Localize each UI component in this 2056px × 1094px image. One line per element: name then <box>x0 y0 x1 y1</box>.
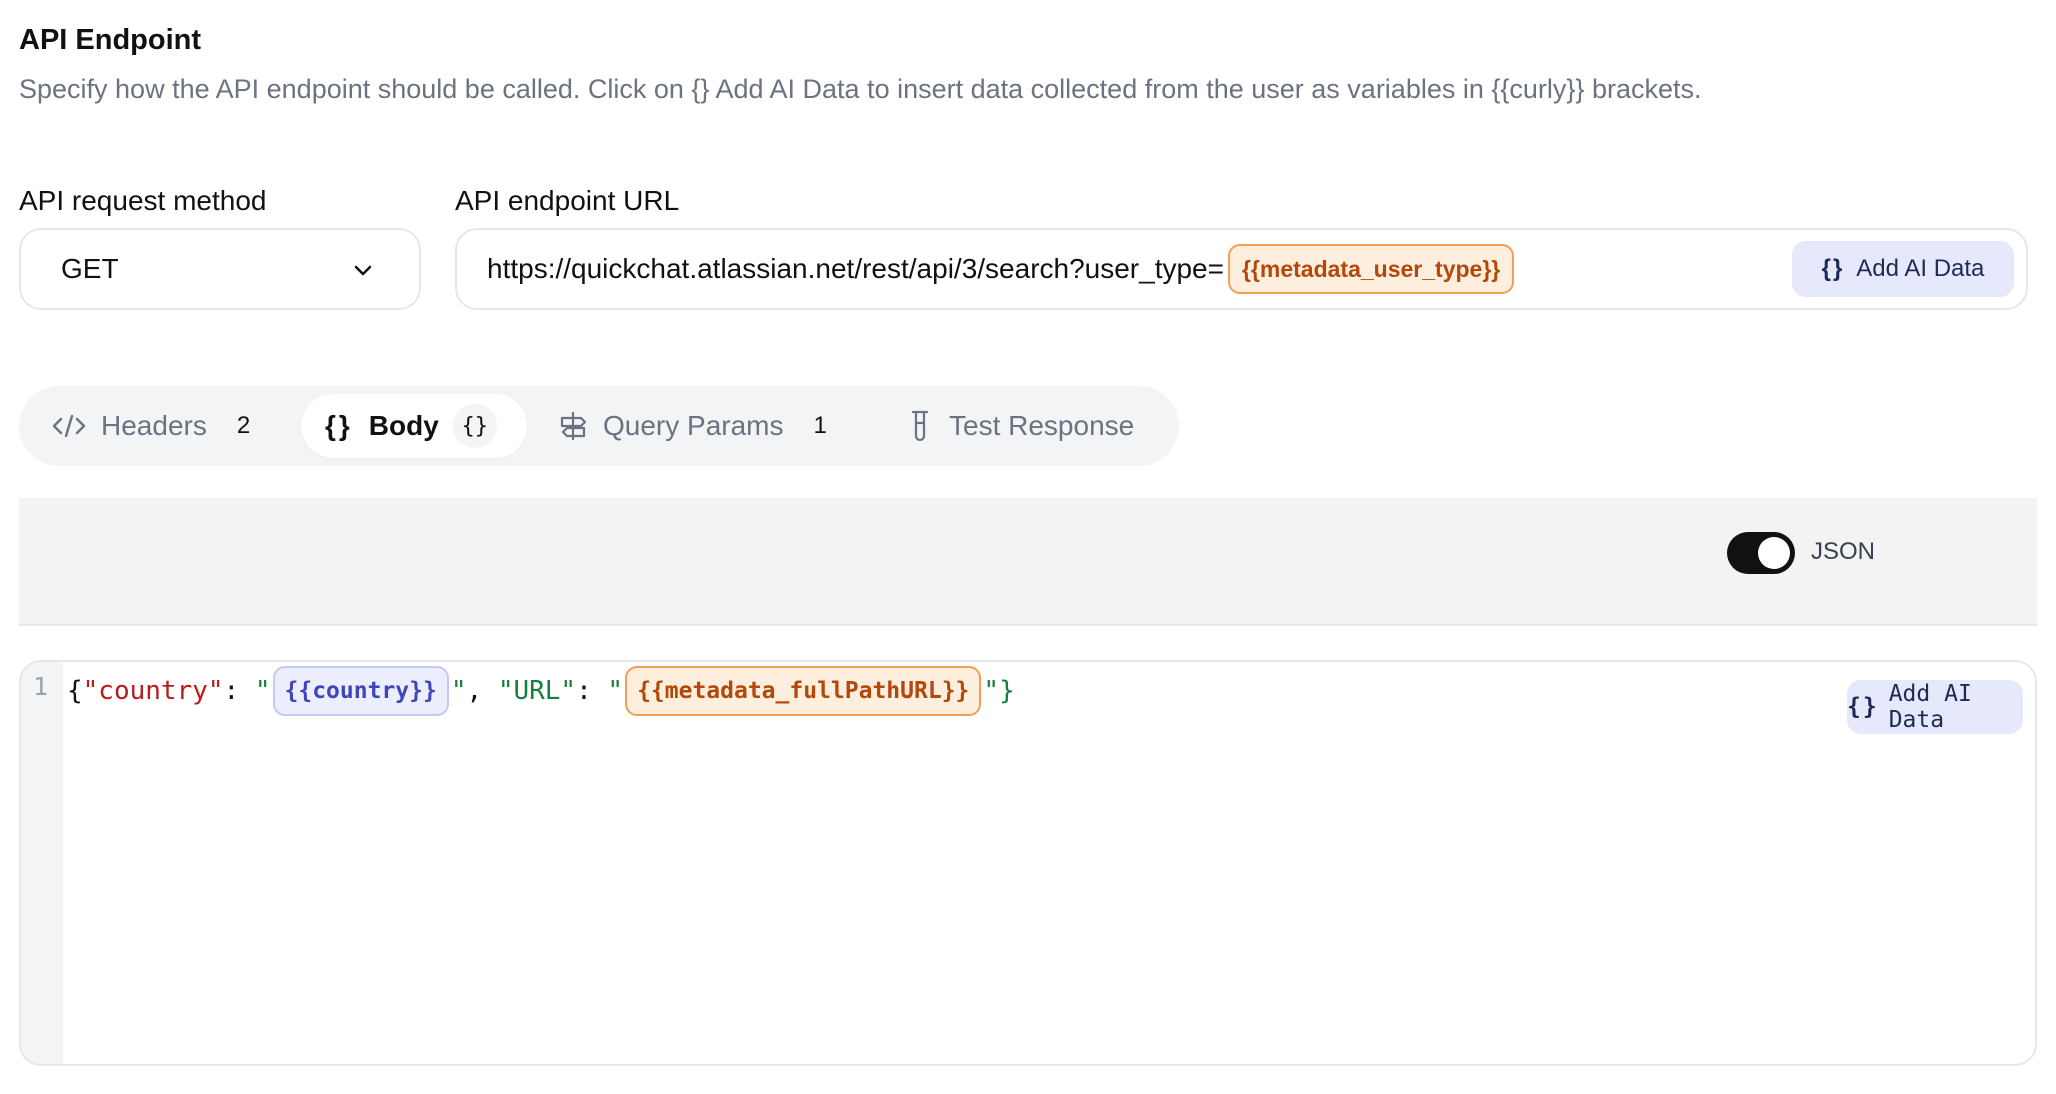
code-token-string: " <box>254 676 271 706</box>
url-input[interactable]: https://quickchat.atlassian.net/rest/api… <box>455 228 2028 310</box>
method-label: API request method <box>19 185 267 216</box>
code-line[interactable]: {"country": " {{country}} ", "URL": " {{met… <box>67 666 1015 716</box>
code-icon <box>52 414 86 438</box>
method-select[interactable]: GET <box>19 228 421 310</box>
braces-icon: {} <box>1821 255 1845 282</box>
chevron-down-icon <box>354 265 372 276</box>
tab-query-params-count: 1 <box>813 412 827 439</box>
code-token: : <box>576 676 608 706</box>
url-text: https://quickchat.atlassian.net/rest/api… <box>487 253 1224 284</box>
json-toggle-label: JSON <box>1811 538 1876 565</box>
add-ai-data-label: Add AI Data <box>1888 681 1972 733</box>
code-token-string: " <box>983 676 1000 706</box>
line-number: 1 <box>33 672 49 701</box>
code-token: { <box>67 676 83 706</box>
braces-icon: {} <box>325 410 353 441</box>
tab-body[interactable]: {} Body {} <box>301 394 527 458</box>
braces-icon: {} <box>1847 694 1879 720</box>
tab-body-badge: {} <box>452 404 497 448</box>
toggle-knob <box>1758 537 1790 569</box>
signpost-icon <box>560 411 587 441</box>
code-token-key: "URL" <box>497 676 577 706</box>
url-label: API endpoint URL <box>455 185 680 216</box>
body-toolbar: JSON <box>19 498 2037 626</box>
variable-chip-country[interactable]: {{country}} <box>272 666 449 716</box>
tab-test-response[interactable]: Test Response <box>907 386 1134 466</box>
tab-body-label: Body <box>368 410 439 441</box>
code-token: , <box>466 676 498 706</box>
section-description: Specify how the API endpoint should be c… <box>19 74 1702 104</box>
json-toggle[interactable] <box>1727 532 1795 574</box>
code-token-key: "country" <box>82 676 224 706</box>
variable-chip-full-path-url[interactable]: {{metadata_fullPathURL}} <box>625 666 982 716</box>
code-token: } <box>999 676 1015 706</box>
editor-add-ai-data-button[interactable]: {} Add AI Data <box>1847 680 2023 734</box>
body-code-editor[interactable]: 1 {"country": " {{country}} ", "URL": " {{m… <box>19 660 2037 1066</box>
tab-headers[interactable]: Headers 2 <box>51 386 250 466</box>
tab-test-response-label: Test Response <box>949 410 1135 441</box>
tab-query-params-label: Query Params <box>603 410 784 441</box>
code-token-string: " <box>607 676 624 706</box>
url-variable-chip[interactable]: {{metadata_user_type}} <box>1227 244 1515 294</box>
request-tabs: Headers 2 {} Body {} Query Params 1 Test… <box>19 386 1179 466</box>
method-value: GET <box>61 253 119 284</box>
url-add-ai-data-button[interactable]: {} Add AI Data <box>1792 241 2014 297</box>
code-token: : <box>223 676 255 706</box>
tab-headers-count: 2 <box>236 412 251 439</box>
tab-query-params[interactable]: Query Params 1 <box>557 386 827 466</box>
code-token-string: " <box>450 676 467 706</box>
test-tube-icon <box>911 410 929 442</box>
add-ai-data-label: Add AI Data <box>1856 255 1985 282</box>
section-title: API Endpoint <box>19 24 202 56</box>
line-gutter: 1 <box>21 662 63 1064</box>
tab-headers-label: Headers <box>101 410 207 441</box>
